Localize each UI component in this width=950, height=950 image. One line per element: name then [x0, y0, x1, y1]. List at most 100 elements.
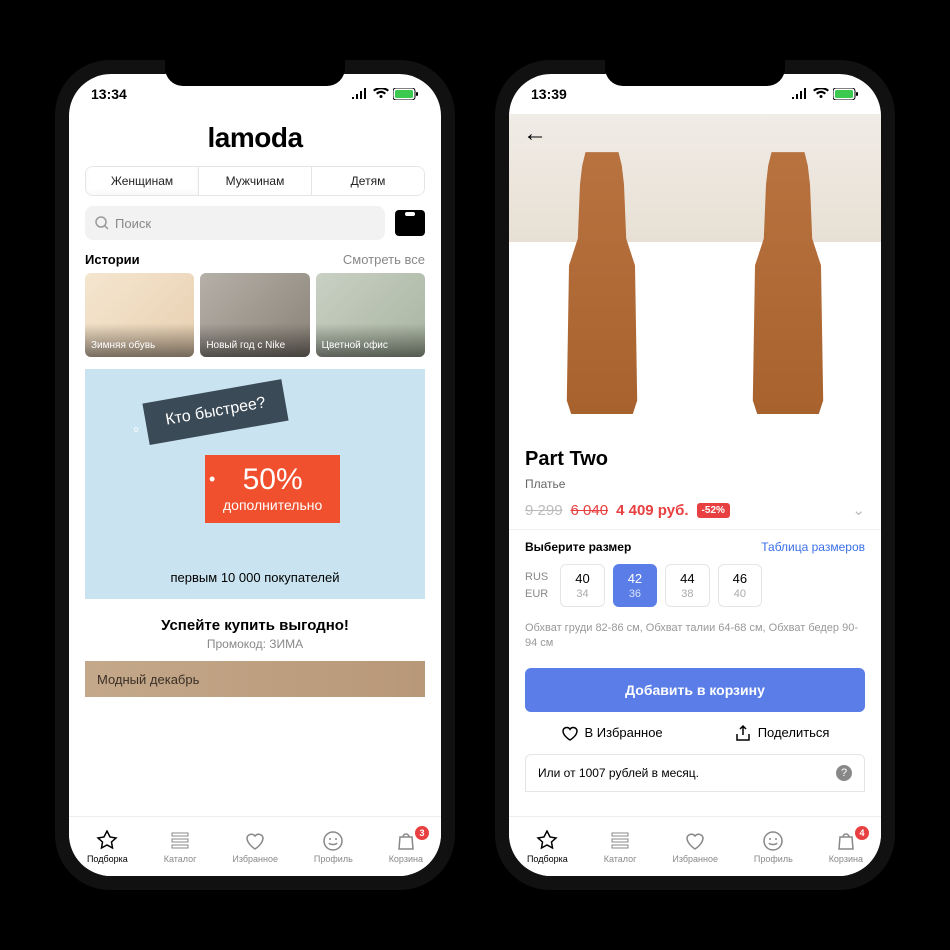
price-row[interactable]: 9 299 6 040 4 409 руб. -52% ⌄: [525, 501, 865, 519]
size-systems: RUS EUR: [525, 564, 552, 607]
product-type: Платье: [525, 477, 865, 491]
search-row: Поиск: [85, 206, 425, 240]
size-rus: 42: [628, 571, 642, 586]
size-option[interactable]: 46 40: [718, 564, 762, 607]
story-label: Зимняя обувь: [91, 340, 155, 351]
stories-header: Истории Смотреть все: [69, 252, 441, 273]
promo-banner[interactable]: Кто быстрее? 50% дополнительно первым 10…: [85, 369, 425, 599]
nav-catalog[interactable]: Каталог: [604, 830, 637, 864]
story-label: Новый год с Nike: [206, 340, 285, 351]
nav-cart[interactable]: 3 Корзина: [389, 830, 423, 864]
nav-label: Профиль: [754, 854, 793, 864]
status-icons: [351, 88, 419, 100]
product-image: [509, 114, 695, 434]
nav-profile[interactable]: Профиль: [754, 830, 793, 864]
status-time: 13:39: [531, 86, 567, 102]
star-icon: [96, 830, 118, 852]
nav-selection[interactable]: Подборка: [527, 830, 568, 864]
product-content: Part Two Платье 9 299 6 040 4 409 руб. -…: [509, 114, 881, 816]
story-label: Цветной офис: [322, 340, 388, 351]
installment-text: Или от 1007 рублей в месяц.: [538, 766, 699, 780]
heart-icon: [561, 724, 579, 742]
nav-label: Каталог: [604, 854, 637, 864]
product-brand: Part Two: [525, 448, 865, 471]
tab-women[interactable]: Женщинам: [86, 167, 199, 195]
nav-label: Профиль: [314, 854, 353, 864]
size-system-label: EUR: [525, 588, 548, 600]
phone-left: 13:34 lamoda Женщинам Мужчинам Детям Пои…: [55, 60, 455, 890]
favorite-button[interactable]: В Избранное: [561, 724, 663, 742]
share-button[interactable]: Поделиться: [734, 724, 830, 742]
home-content: lamoda Женщинам Мужчинам Детям Поиск Ист…: [69, 114, 441, 816]
search-input[interactable]: Поиск: [85, 206, 385, 240]
promo-subtitle: первым 10 000 покупателей: [85, 570, 425, 585]
size-option[interactable]: 40 34: [560, 564, 604, 607]
back-button[interactable]: ←: [523, 120, 547, 148]
nav-favorites[interactable]: Избранное: [672, 830, 718, 864]
star-icon: [536, 830, 558, 852]
size-option[interactable]: 44 38: [665, 564, 709, 607]
nav-label: Избранное: [232, 854, 278, 864]
nav-favorites[interactable]: Избранное: [232, 830, 278, 864]
nav-label: Избранное: [672, 854, 718, 864]
nav-selection[interactable]: Подборка: [87, 830, 128, 864]
story-item[interactable]: Зимняя обувь: [85, 273, 194, 357]
measurements: Обхват груди 82-86 см, Обхват талии 64-6…: [509, 613, 881, 664]
story-item[interactable]: Цветной офис: [316, 273, 425, 357]
size-rus: 46: [733, 571, 747, 586]
nav-catalog[interactable]: Каталог: [164, 830, 197, 864]
notch: [165, 60, 345, 86]
secondary-banner[interactable]: Модный декабрь: [85, 661, 425, 697]
discount-badge: -52%: [697, 503, 730, 518]
story-item[interactable]: Новый год с Nike: [200, 273, 309, 357]
product-image: [695, 114, 881, 434]
nav-cart[interactable]: 4 Корзина: [829, 830, 863, 864]
catalog-icon: [169, 830, 191, 852]
promo-extra: дополнительно: [223, 497, 322, 513]
notch: [605, 60, 785, 86]
bottom-nav: Подборка Каталог Избранное Профиль 4 Кор…: [509, 816, 881, 876]
add-to-cart-button[interactable]: Добавить в корзину: [525, 668, 865, 712]
deal-promocode: Промокод: ЗИМА: [69, 637, 441, 651]
heart-icon: [244, 830, 266, 852]
nav-label: Каталог: [164, 854, 197, 864]
screen-product: 13:39 ← Part Two Платье 9 299 6 040 4 40…: [509, 74, 881, 876]
nav-label: Подборка: [527, 854, 568, 864]
banner-label: Модный декабрь: [97, 672, 199, 687]
price-current: 4 409 руб.: [616, 502, 688, 519]
size-section: Выберите размер Таблица размеров RUS EUR…: [509, 530, 881, 613]
status-time: 13:34: [91, 86, 127, 102]
nav-profile[interactable]: Профиль: [314, 830, 353, 864]
camera-icon[interactable]: [395, 210, 425, 236]
tab-men[interactable]: Мужчинам: [199, 167, 312, 195]
size-table-link[interactable]: Таблица размеров: [761, 540, 865, 554]
promo-tag-1: Кто быстрее?: [142, 379, 289, 445]
size-header: Выберите размер Таблица размеров: [525, 540, 865, 554]
tab-kids[interactable]: Детям: [312, 167, 424, 195]
stories-see-all[interactable]: Смотреть все: [343, 252, 425, 267]
size-option-selected[interactable]: 42 36: [613, 564, 657, 607]
help-icon[interactable]: ?: [836, 765, 852, 781]
search-icon: [95, 216, 109, 230]
heart-icon: [684, 830, 706, 852]
size-eur: 38: [680, 588, 694, 600]
search-placeholder: Поиск: [115, 216, 151, 231]
wifi-icon: [373, 88, 389, 100]
installment-row[interactable]: Или от 1007 рублей в месяц. ?: [525, 754, 865, 792]
product-gallery[interactable]: [509, 114, 881, 434]
gender-tabs: Женщинам Мужчинам Детям: [85, 166, 425, 196]
bag-icon: [395, 830, 417, 852]
bottom-nav: Подборка Каталог Избранное Профиль 3 Кор…: [69, 816, 441, 876]
wifi-icon: [813, 88, 829, 100]
battery-icon: [393, 88, 419, 100]
product-info: Part Two Платье 9 299 6 040 4 409 руб. -…: [509, 434, 881, 530]
size-rus: 44: [680, 571, 694, 586]
stories-row: Зимняя обувь Новый год с Nike Цветной оф…: [69, 273, 441, 369]
price-original: 9 299: [525, 502, 563, 519]
signal-icon: [351, 88, 369, 100]
share-label: Поделиться: [758, 725, 830, 740]
screen-home: 13:34 lamoda Женщинам Мужчинам Детям Пои…: [69, 74, 441, 876]
promo-percent: 50%: [243, 463, 303, 496]
nav-label: Корзина: [389, 854, 423, 864]
app-logo: lamoda: [69, 114, 441, 166]
